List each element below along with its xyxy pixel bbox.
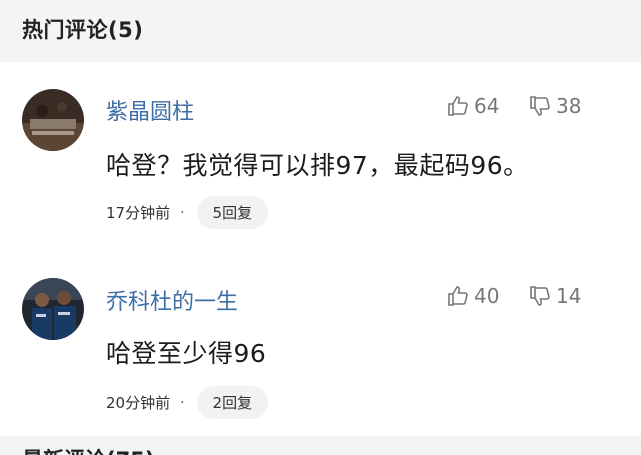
avatar[interactable]: [22, 89, 84, 151]
like-count: 64: [474, 94, 500, 118]
section-title: 最新评论(75): [22, 444, 154, 455]
dislike-count: 38: [556, 94, 582, 118]
comment-text: 哈登？我觉得可以排97，最起码96。: [106, 151, 529, 180]
dislike-count: 14: [556, 284, 582, 308]
reply-button[interactable]: 5回复: [196, 196, 269, 229]
comment-meta: 20分钟前 · 2回复: [106, 386, 269, 419]
latest-comments-header: 最新评论(75): [0, 436, 641, 455]
hot-comments-header: 热门评论(5): [0, 0, 641, 62]
username[interactable]: 紫晶圆柱: [106, 94, 194, 126]
username[interactable]: 乔科杜的一生: [106, 284, 238, 316]
comment-time: 17分钟前: [106, 204, 171, 222]
thumbs-down-icon: [530, 286, 550, 306]
thumbs-up-icon: [448, 286, 468, 306]
comment-meta: 17分钟前 · 5回复: [106, 196, 269, 229]
section-title: 热门评论(5): [22, 18, 144, 42]
thumbs-up-icon: [448, 96, 468, 116]
like-count: 40: [474, 284, 500, 308]
comment-time: 20分钟前: [106, 394, 171, 412]
avatar[interactable]: [22, 278, 84, 340]
meta-separator: ·: [180, 394, 185, 411]
reply-button[interactable]: 2回复: [196, 386, 269, 419]
like-button[interactable]: 64: [446, 94, 499, 118]
meta-separator: ·: [180, 204, 185, 221]
comment-text: 哈登至少得96: [106, 339, 267, 368]
dislike-button[interactable]: 38: [528, 94, 581, 118]
dislike-button[interactable]: 14: [528, 284, 581, 308]
like-button[interactable]: 40: [446, 284, 499, 308]
thumbs-down-icon: [530, 96, 550, 116]
